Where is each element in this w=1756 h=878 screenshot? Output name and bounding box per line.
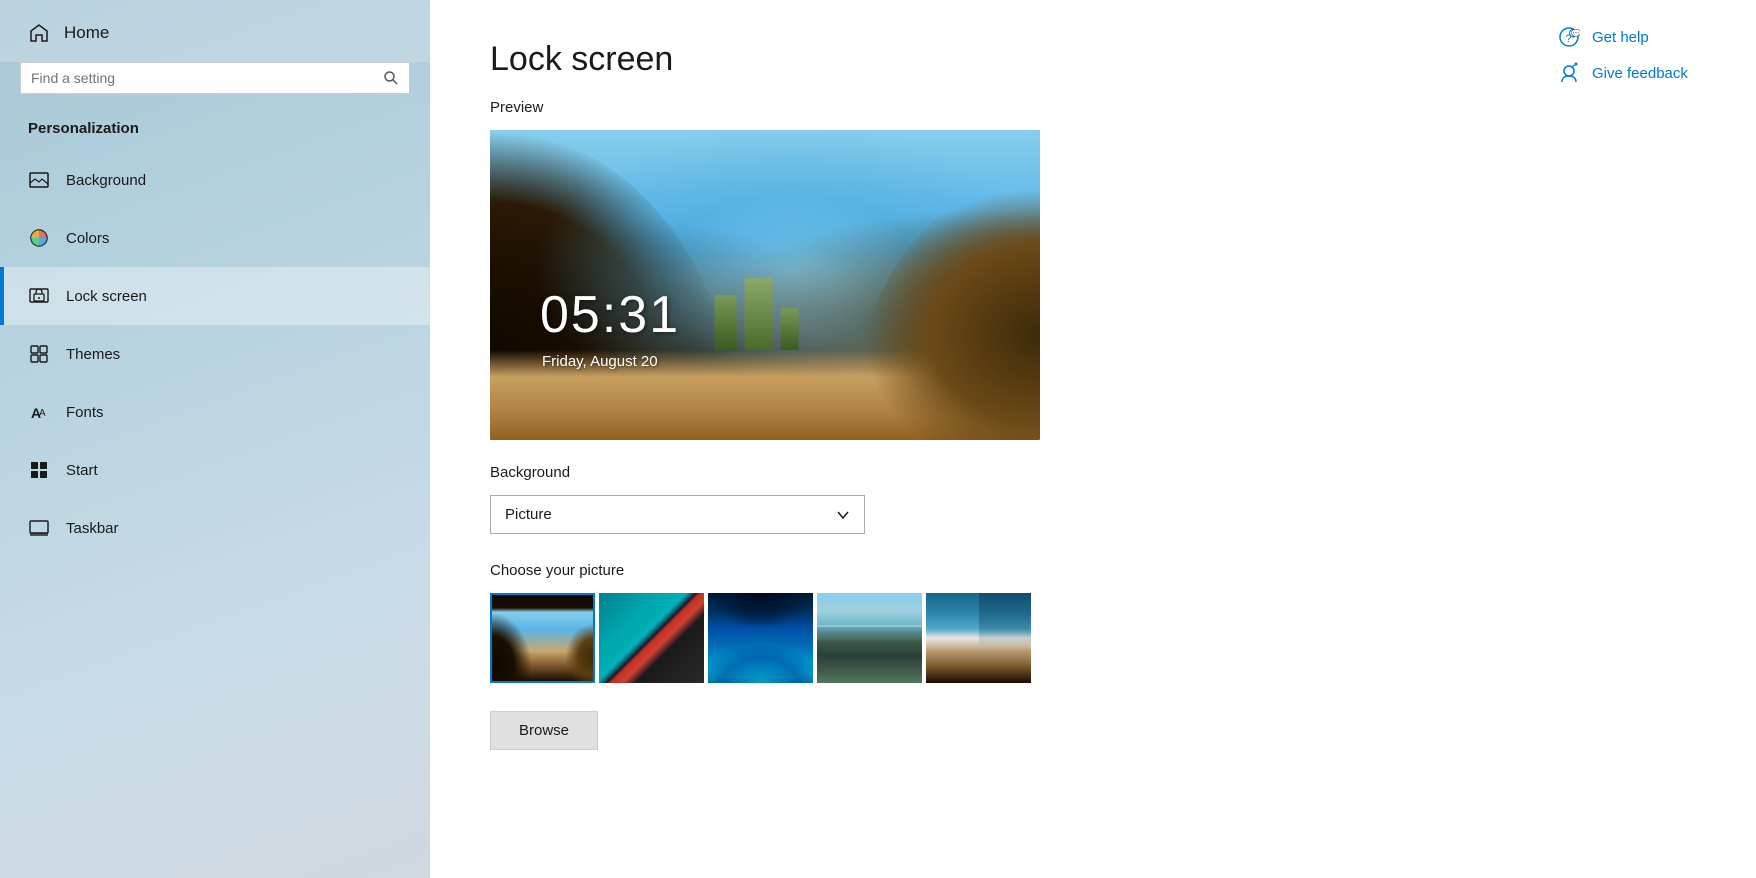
sidebar-item-colors[interactable]: Colors	[0, 209, 430, 267]
page-title: Lock screen	[490, 40, 1476, 79]
sidebar-home-button[interactable]: Home	[0, 0, 430, 62]
sidebar-item-start[interactable]: Start	[0, 441, 430, 499]
sidebar-item-background[interactable]: Background	[0, 151, 430, 209]
sidebar-item-label: Background	[66, 172, 146, 189]
sidebar-item-label: Fonts	[66, 404, 104, 421]
sidebar-item-label: Taskbar	[66, 520, 119, 537]
background-icon	[28, 169, 50, 191]
home-icon	[28, 22, 50, 44]
thumbnail-1[interactable]	[490, 593, 595, 683]
background-dropdown-container: Picture	[490, 495, 1476, 534]
search-icon	[383, 70, 399, 86]
lock-screen-icon	[28, 285, 50, 307]
svg-text:A: A	[39, 408, 46, 419]
preview-time: 05:31	[540, 285, 680, 345]
fonts-icon: A A	[28, 401, 50, 423]
thumbnail-3[interactable]	[708, 593, 813, 683]
sidebar-item-lock-screen[interactable]: Lock screen	[0, 267, 430, 325]
give-feedback-link[interactable]: Give feedback	[1556, 60, 1736, 86]
background-dropdown[interactable]: Picture	[490, 495, 865, 534]
search-box[interactable]	[20, 62, 410, 94]
thumbnail-4[interactable]	[817, 593, 922, 683]
sidebar-item-label: Colors	[66, 230, 109, 247]
svg-text:💬: 💬	[1571, 28, 1580, 38]
sidebar-item-fonts[interactable]: A A Fonts	[0, 383, 430, 441]
chevron-down-icon	[836, 508, 850, 522]
sidebar-item-taskbar[interactable]: Taskbar	[0, 499, 430, 557]
sea-stacks	[715, 278, 799, 350]
sidebar-item-label: Lock screen	[66, 288, 147, 305]
give-feedback-icon	[1556, 60, 1582, 86]
preview-label: Preview	[490, 99, 1476, 116]
main-content: Lock screen Preview 05:31 Friday, August…	[430, 0, 1536, 878]
lock-screen-preview: 05:31 Friday, August 20	[490, 130, 1040, 440]
sidebar: Home Personalization Background	[0, 0, 430, 878]
home-label: Home	[64, 23, 109, 43]
background-section-label: Background	[490, 464, 1476, 481]
colors-icon	[28, 227, 50, 249]
right-panel: ? 💬 Get help Give feedback	[1536, 0, 1756, 878]
sidebar-item-label: Start	[66, 462, 98, 479]
browse-button[interactable]: Browse	[490, 711, 598, 750]
get-help-link[interactable]: ? 💬 Get help	[1556, 24, 1736, 50]
thumbnail-5[interactable]	[926, 593, 1031, 683]
sidebar-item-themes[interactable]: Themes	[0, 325, 430, 383]
sidebar-item-label: Themes	[66, 346, 120, 363]
search-input[interactable]	[31, 70, 383, 86]
sidebar-section-title: Personalization	[0, 110, 430, 151]
thumbnail-2[interactable]	[599, 593, 704, 683]
start-icon	[28, 459, 50, 481]
themes-icon	[28, 343, 50, 365]
dropdown-value: Picture	[505, 506, 552, 523]
preview-date: Friday, August 20	[542, 353, 658, 370]
choose-picture-label: Choose your picture	[490, 562, 1476, 579]
choose-picture-section: Choose your picture	[490, 562, 1476, 683]
get-help-label: Get help	[1592, 29, 1649, 46]
thumbnails-row	[490, 593, 1476, 683]
get-help-icon: ? 💬	[1556, 24, 1582, 50]
give-feedback-label: Give feedback	[1592, 65, 1688, 82]
taskbar-icon	[28, 517, 50, 539]
